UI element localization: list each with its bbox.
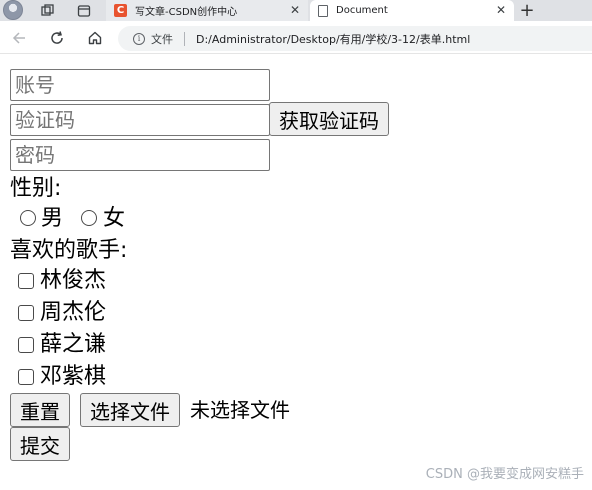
tab-actions-icon[interactable] bbox=[74, 0, 94, 21]
singer-option-1: 林俊杰 bbox=[40, 268, 107, 293]
gender-option-male: 男 bbox=[41, 206, 64, 231]
singer-checkbox-1[interactable] bbox=[18, 273, 34, 289]
address-divider bbox=[184, 31, 185, 46]
file-status: 未选择文件 bbox=[190, 398, 290, 422]
gender-radio-female[interactable] bbox=[81, 210, 97, 226]
back-arrow-glyph bbox=[12, 32, 25, 44]
close-tab-icon[interactable]: ✕ bbox=[290, 3, 300, 17]
account-input[interactable] bbox=[10, 69, 270, 101]
get-captcha-button[interactable]: 获取验证码 bbox=[269, 102, 389, 136]
captcha-input[interactable] bbox=[10, 104, 270, 136]
gender-label: 性别: bbox=[10, 176, 62, 201]
gender-option-female: 女 bbox=[103, 206, 126, 231]
tab-title: 写文章-CSDN创作中心 bbox=[135, 7, 238, 18]
singer-checkbox-4[interactable] bbox=[18, 369, 34, 385]
csdn-watermark: CSDN @我要变成网安糕手 bbox=[425, 467, 584, 482]
page-content: 获取验证码 性别: 男 女 喜欢的歌手: 林俊杰 周杰伦 薛之谦 邓紫棋 重置 … bbox=[0, 55, 592, 490]
home-glyph bbox=[88, 31, 102, 45]
close-tab-icon[interactable]: ✕ bbox=[496, 3, 506, 17]
reload-glyph bbox=[51, 31, 63, 44]
csdn-favicon-icon: C bbox=[114, 4, 127, 17]
singer-label: 喜欢的歌手: bbox=[10, 238, 128, 263]
back-icon[interactable] bbox=[8, 27, 30, 49]
password-input[interactable] bbox=[10, 139, 270, 171]
singer-checkbox-3[interactable] bbox=[18, 337, 34, 353]
address-bar[interactable]: i 文件 D:/Administrator/Desktop/有用/学校/3-12… bbox=[118, 26, 592, 51]
tab-csdn-editor[interactable]: C 写文章-CSDN创作中心 ✕ bbox=[106, 0, 308, 21]
reset-button[interactable]: 重置 bbox=[10, 393, 70, 427]
gender-radio-male[interactable] bbox=[20, 210, 36, 226]
info-icon[interactable]: i bbox=[133, 32, 145, 45]
singer-option-3: 薛之谦 bbox=[40, 332, 107, 357]
home-icon[interactable] bbox=[84, 27, 106, 49]
document-favicon-icon bbox=[318, 4, 328, 17]
choose-file-button[interactable]: 选择文件 bbox=[80, 393, 180, 427]
tab-document[interactable]: Document ✕ bbox=[310, 0, 514, 21]
security-label: 文件 bbox=[151, 32, 173, 46]
url-text[interactable]: D:/Administrator/Desktop/有用/学校/3-12/表单.h… bbox=[196, 31, 470, 47]
reload-icon[interactable] bbox=[46, 27, 68, 49]
tab-title: Document bbox=[336, 5, 388, 16]
singer-option-4: 邓紫棋 bbox=[40, 364, 107, 389]
singer-option-2: 周杰伦 bbox=[40, 300, 107, 325]
workspaces-icon[interactable] bbox=[38, 0, 58, 21]
submit-button[interactable]: 提交 bbox=[10, 427, 70, 461]
singer-checkbox-2[interactable] bbox=[18, 305, 34, 321]
tab-actions-icon-glyph bbox=[77, 4, 91, 17]
new-tab-button[interactable]: + bbox=[514, 0, 540, 21]
profile-avatar[interactable] bbox=[3, 0, 23, 20]
workspaces-icon-glyph bbox=[41, 3, 54, 16]
